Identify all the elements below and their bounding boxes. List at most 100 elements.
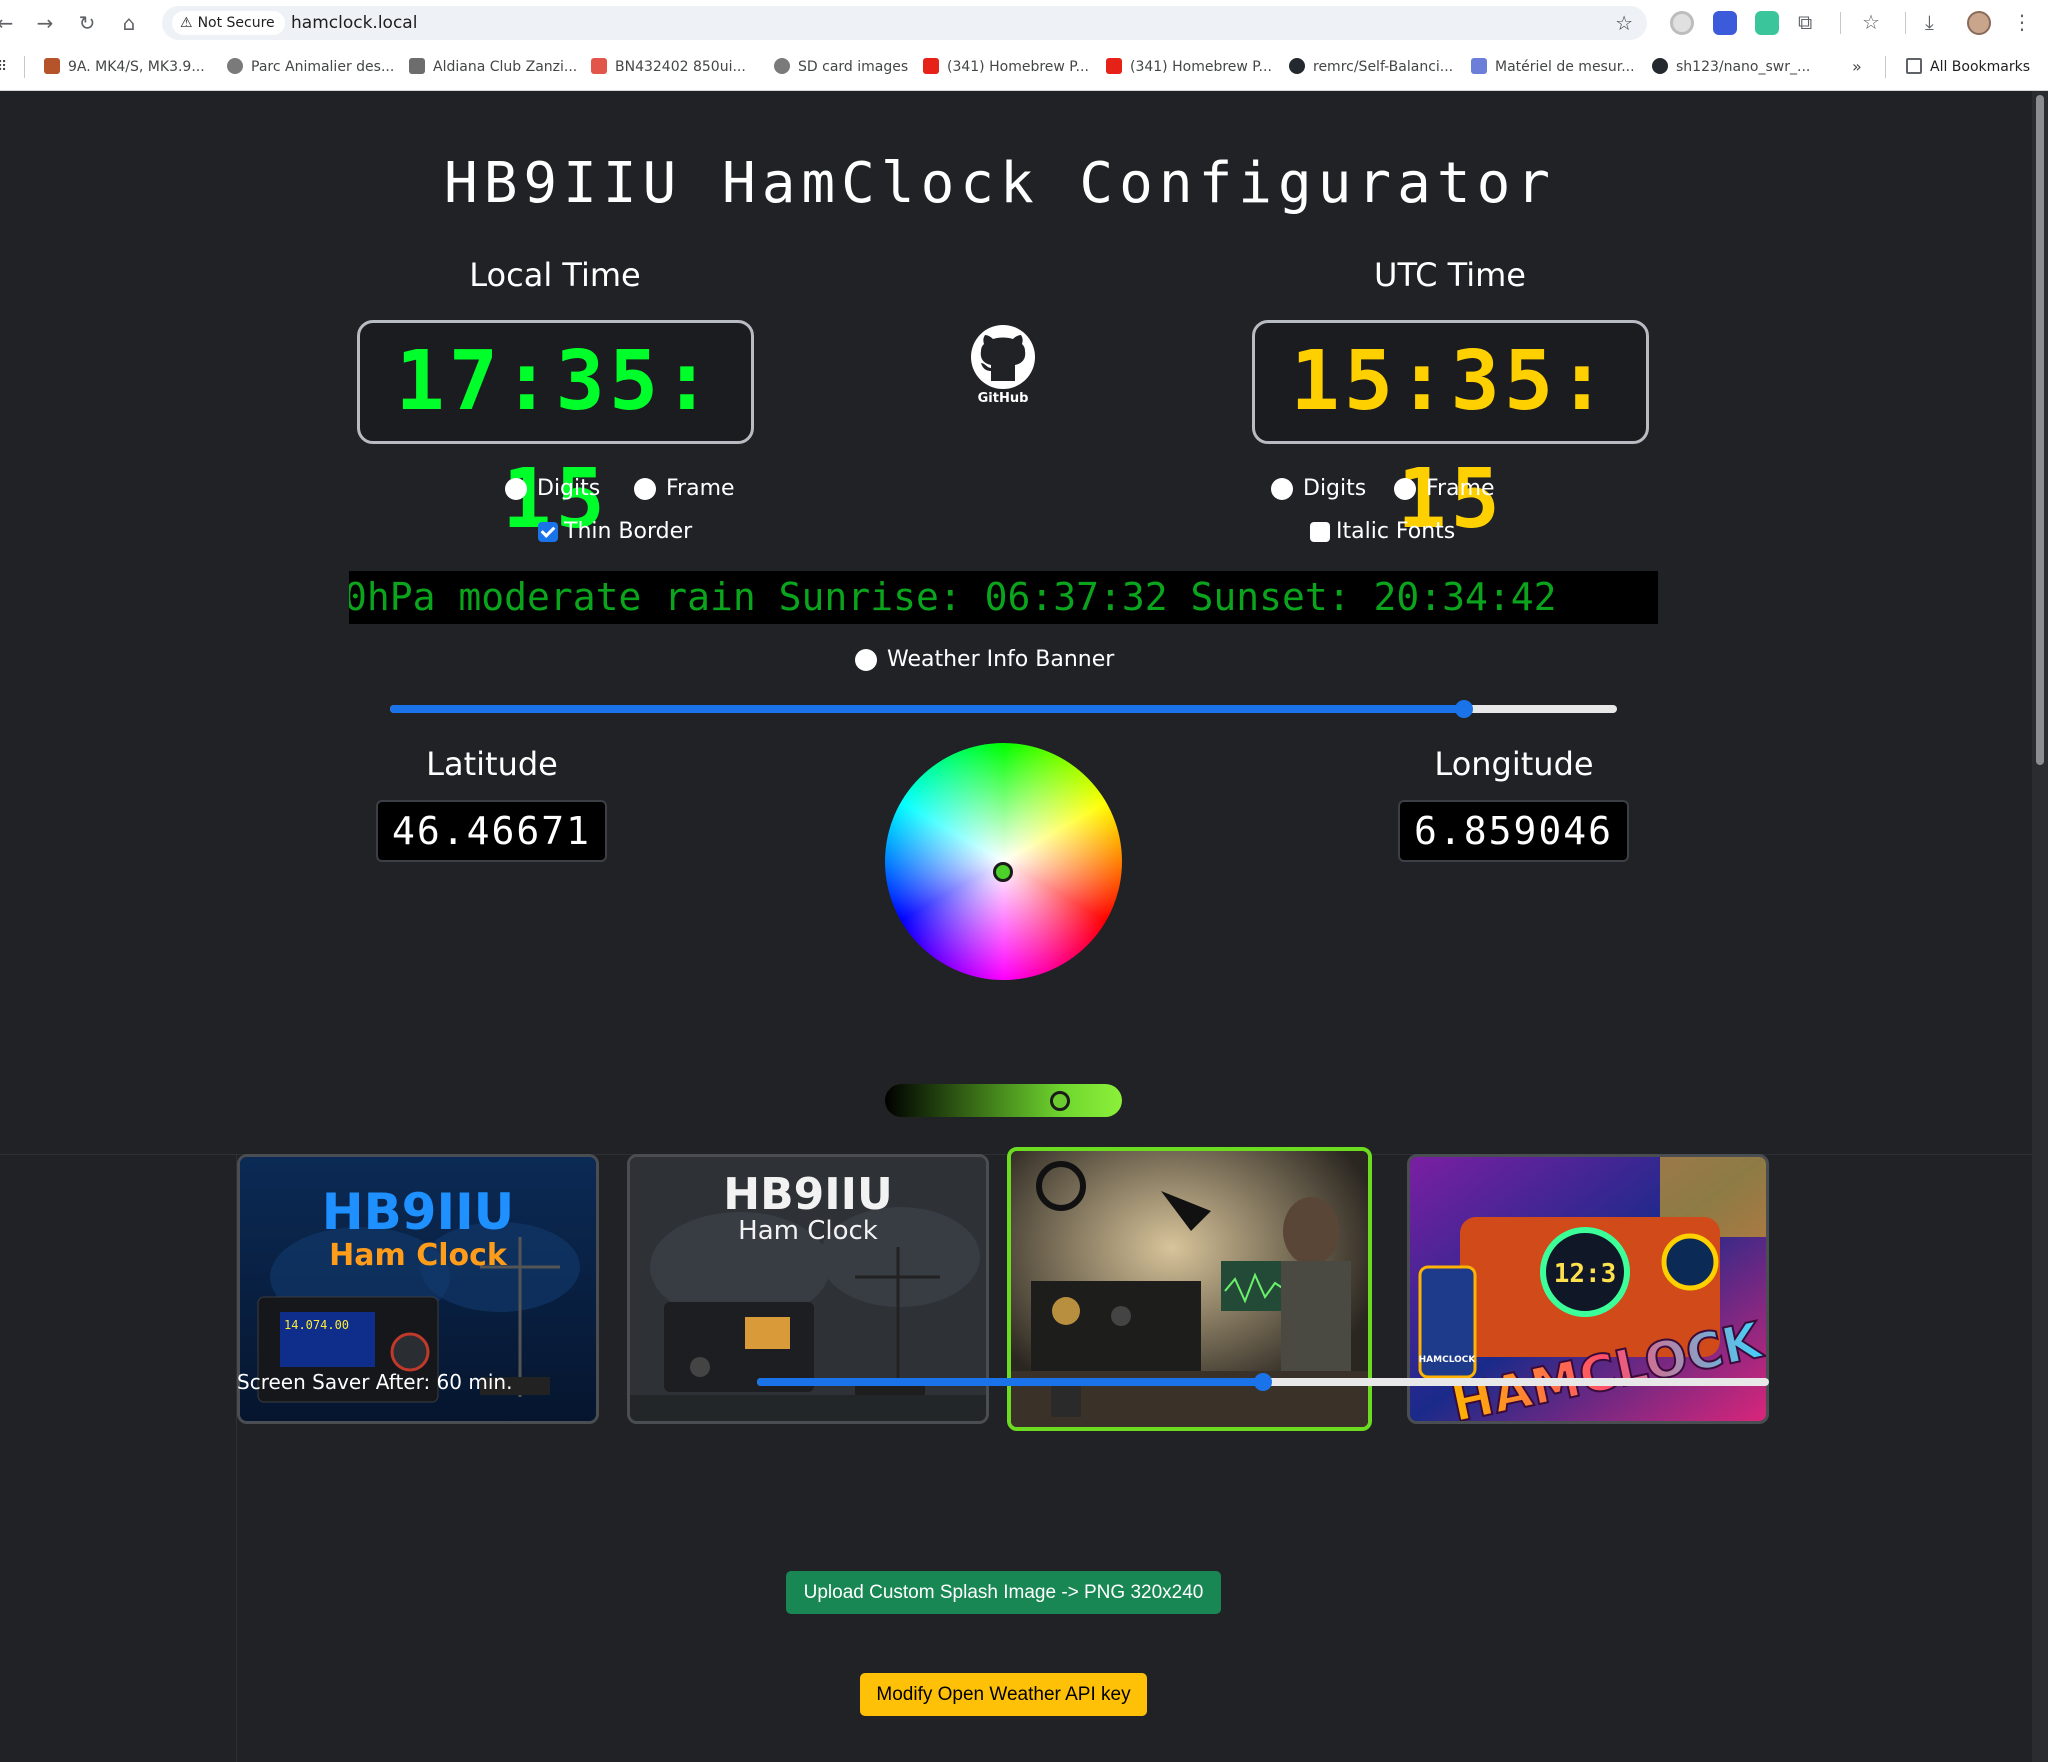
latitude-field[interactable]: 46.46671 <box>376 800 607 862</box>
forward-icon[interactable]: → <box>32 10 58 36</box>
security-chip[interactable]: ⚠ Not Secure <box>172 11 285 35</box>
bookmark-item[interactable]: Matériel de mesur... <box>1471 54 1635 80</box>
github-icon <box>1289 58 1305 74</box>
reload-icon[interactable]: ↻ <box>74 10 100 36</box>
favicon-icon <box>44 58 60 74</box>
local-clock-digits: 17:35: 15 <box>395 334 716 547</box>
scrollbar-thumb[interactable] <box>2036 95 2044 765</box>
weather-banner: 0hPa moderate rain Sunrise: 06:37:32 Sun… <box>349 571 1658 624</box>
screensaver-slider[interactable] <box>757 1373 1769 1391</box>
apps-icon[interactable]: ⠿ <box>0 54 7 80</box>
slider-fill <box>390 705 1464 713</box>
color-wheel-handle[interactable] <box>993 862 1013 882</box>
toolbar-separator <box>1905 12 1906 34</box>
url-text[interactable]: hamclock.local <box>291 6 417 40</box>
option-label: Frame <box>1426 476 1495 501</box>
weather-banner-option[interactable]: Weather Info Banner <box>855 645 1114 675</box>
banner-speed-slider[interactable] <box>390 700 1617 718</box>
bookmark-label: (341) Homebrew P... <box>1130 59 1272 75</box>
avatar[interactable] <box>1967 11 1991 35</box>
splash-image-3[interactable] <box>1007 1147 1372 1431</box>
longitude-field[interactable]: 6.859046 <box>1398 800 1629 862</box>
github-link[interactable]: GitHub <box>965 321 1041 406</box>
more-bookmarks-icon[interactable]: » <box>1852 54 1862 80</box>
folder-icon <box>1906 58 1922 74</box>
bookmark-label: BN432402 850ui... <box>615 59 746 75</box>
brightness-handle[interactable] <box>1050 1091 1070 1111</box>
favicon-icon <box>1471 58 1487 74</box>
bookmark-item[interactable]: Aldiana Club Zanzi... <box>409 54 577 80</box>
menu-icon[interactable]: ⋮ <box>2012 8 2032 36</box>
radio-icon[interactable] <box>634 478 656 500</box>
local-digits-option[interactable]: Digits <box>505 474 600 504</box>
screensaver-label: Screen Saver After: 60 min. <box>237 1370 513 1394</box>
bookmark-label: Aldiana Club Zanzi... <box>433 59 578 75</box>
thin-border-checkbox[interactable] <box>538 522 558 542</box>
puzzle-icon[interactable]: ⧉ <box>1798 8 1812 36</box>
page-title: HB9IIU HamClock Configurator <box>443 151 1556 216</box>
bookmarks-separator <box>24 56 25 78</box>
italic-fonts-checkbox[interactable] <box>1310 522 1330 542</box>
bookmark-label: 9A. MK4/S, MK3.9... <box>68 59 205 75</box>
local-time-label: Local Time <box>469 256 641 294</box>
utc-frame-option[interactable]: Frame <box>1394 474 1495 504</box>
bookmark-item[interactable]: 9A. MK4/S, MK3.9... <box>44 54 205 80</box>
extension-icon[interactable] <box>1670 11 1694 35</box>
radio-icon[interactable] <box>505 478 527 500</box>
bookmark-item[interactable]: (341) Homebrew P... <box>923 54 1089 80</box>
bookmark-label: remrc/Self-Balanci... <box>1313 59 1454 75</box>
globe-icon <box>774 58 790 74</box>
scrollbar[interactable] <box>2032 91 2048 1762</box>
weather-banner-text: 0hPa moderate rain Sunrise: 06:37:32 Sun… <box>349 575 1557 619</box>
bookmark-item[interactable]: remrc/Self-Balanci... <box>1289 54 1453 80</box>
bookmark-item[interactable]: SD card images <box>774 54 908 80</box>
green-extension-icon[interactable] <box>1755 11 1779 35</box>
github-label: GitHub <box>977 391 1029 406</box>
splash-4-badge: HAMCLOCK <box>1419 1355 1477 1365</box>
option-label: Italic Fonts <box>1336 519 1456 544</box>
bookmarks-bar: ⠿ 9A. MK4/S, MK3.9... Parc Animalier des… <box>0 54 2048 80</box>
slider-fill <box>757 1378 1263 1386</box>
radio-icon[interactable] <box>855 649 877 671</box>
bookmark-item[interactable]: Parc Animalier des... <box>227 54 394 80</box>
address-bar[interactable]: ⚠ Not Secure hamclock.local ☆ <box>162 6 1647 40</box>
latitude-label: Latitude <box>426 745 558 783</box>
italic-fonts-option[interactable]: Italic Fonts <box>1310 517 1455 547</box>
local-frame-option[interactable]: Frame <box>634 474 735 504</box>
radio-icon[interactable] <box>1394 478 1416 500</box>
local-clock[interactable]: 17:35: 15 <box>357 320 754 547</box>
option-label: Weather Info Banner <box>887 647 1115 672</box>
globe-icon <box>227 58 243 74</box>
github-icon <box>1652 58 1668 74</box>
slider-handle[interactable] <box>1454 700 1473 718</box>
utc-clock-digits: 15:35: 15 <box>1290 334 1611 547</box>
thin-border-option[interactable]: Thin Border <box>538 517 692 547</box>
utc-time-label: UTC Time <box>1374 256 1526 294</box>
option-label: Frame <box>666 476 735 501</box>
modify-api-key-button[interactable]: Modify Open Weather API key <box>860 1673 1147 1716</box>
brightness-slider[interactable] <box>885 1084 1122 1117</box>
youtube-icon <box>1106 58 1122 74</box>
shield-extension-icon[interactable] <box>1713 11 1737 35</box>
home-icon[interactable]: ⌂ <box>116 10 142 36</box>
bookmark-label: sh123/nano_swr_... <box>1676 59 1811 75</box>
bookmark-item[interactable]: BN432402 850ui... <box>591 54 746 80</box>
splash-4-display: 12:3 <box>1554 1259 1617 1289</box>
utc-clock[interactable]: 15:35: 15 <box>1252 320 1649 547</box>
bookmark-item[interactable]: sh123/nano_swr_... <box>1652 54 1810 80</box>
bookmark-star-icon[interactable]: ☆ <box>1615 6 1633 40</box>
utc-digits-option[interactable]: Digits <box>1271 474 1366 504</box>
slider-handle[interactable] <box>1254 1373 1272 1391</box>
reading-list-icon[interactable]: ☆ <box>1862 8 1880 36</box>
toolbar-separator <box>1840 12 1841 34</box>
back-icon[interactable]: ← <box>0 10 18 36</box>
download-icon[interactable]: ⤓ <box>1925 8 1934 36</box>
bookmarks-separator <box>1885 56 1886 78</box>
bookmark-item[interactable]: (341) Homebrew P... <box>1106 54 1272 80</box>
option-label: Thin Border <box>564 519 693 544</box>
splash-2-subtitle: Ham Clock <box>738 1216 878 1246</box>
longitude-label: Longitude <box>1434 745 1594 783</box>
all-bookmarks[interactable]: All Bookmarks <box>1906 54 2030 80</box>
radio-icon[interactable] <box>1271 478 1293 500</box>
upload-splash-button[interactable]: Upload Custom Splash Image -> PNG 320x24… <box>786 1571 1221 1614</box>
